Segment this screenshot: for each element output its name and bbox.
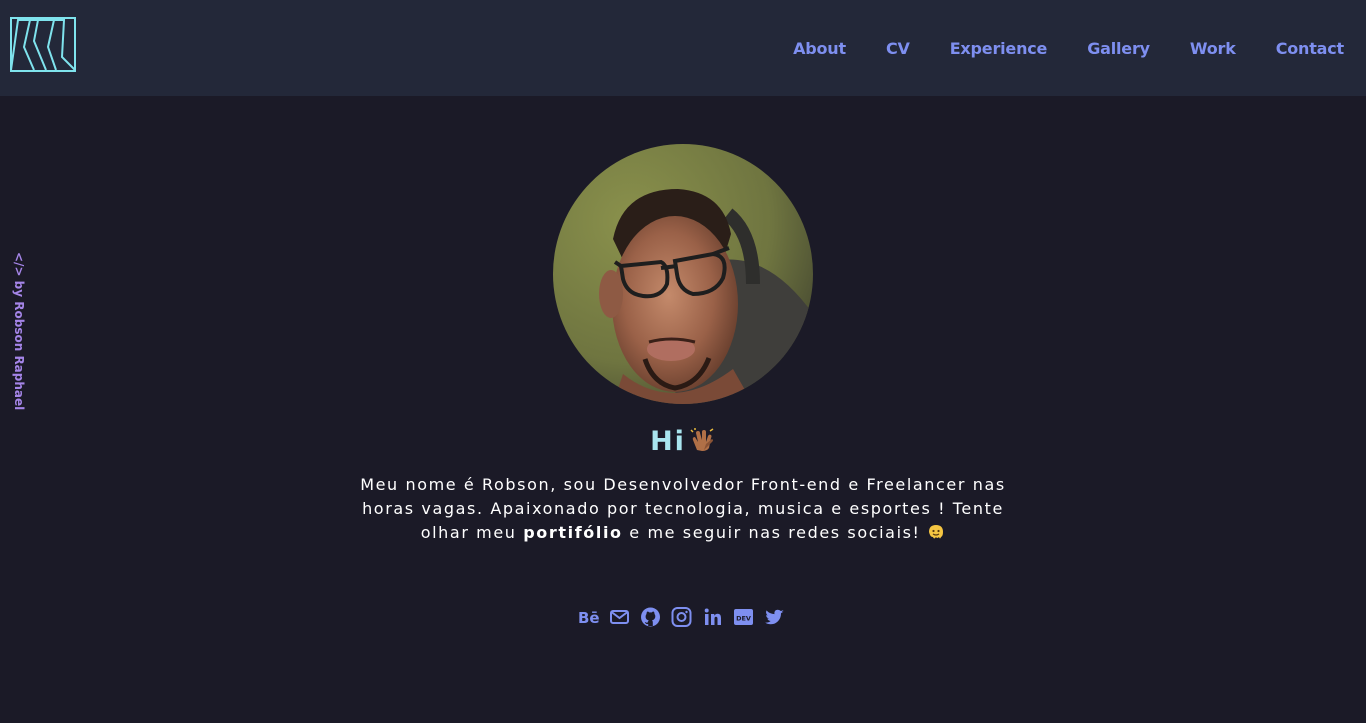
rr-monogram-logo[interactable] — [10, 17, 76, 72]
main-nav: About CV Experience Gallery Work Contact — [753, 0, 1344, 96]
social-links: Bē DEV — [578, 605, 795, 629]
nav-link-work[interactable]: Work — [1190, 39, 1236, 58]
portfolio-link[interactable]: portifólio — [523, 523, 622, 542]
side-credit: </> by Robson Raphael — [12, 252, 26, 411]
github-icon[interactable] — [640, 606, 661, 628]
profile-avatar — [553, 144, 813, 404]
intro-text: Meu nome é Robson, sou Desenvolvedor Fro… — [346, 473, 1020, 545]
instagram-icon[interactable] — [671, 606, 692, 628]
svg-text:Bē: Bē — [578, 609, 599, 627]
nav-link-experience[interactable]: Experience — [950, 39, 1048, 58]
behance-icon[interactable]: Bē — [578, 606, 599, 628]
svg-text:DEV: DEV — [736, 615, 751, 623]
dev-icon[interactable]: DEV — [733, 606, 754, 628]
greeting-text: Hi — [650, 426, 686, 457]
greeting: Hi — [0, 426, 1366, 457]
intro-text-end: e me seguir nas redes sociais! — [622, 523, 928, 542]
nav-link-about[interactable]: About — [793, 39, 846, 58]
clapping-hands-icon — [690, 428, 714, 451]
nav-link-gallery[interactable]: Gallery — [1087, 39, 1150, 58]
twitter-icon[interactable] — [764, 606, 785, 628]
nav-link-cv[interactable]: CV — [886, 39, 910, 58]
nav-link-contact[interactable]: Contact — [1276, 39, 1345, 58]
site-header: About CV Experience Gallery Work Contact — [0, 0, 1366, 96]
linkedin-icon[interactable] — [702, 606, 723, 628]
melting-face-icon — [929, 525, 944, 539]
mail-icon[interactable] — [609, 606, 630, 628]
